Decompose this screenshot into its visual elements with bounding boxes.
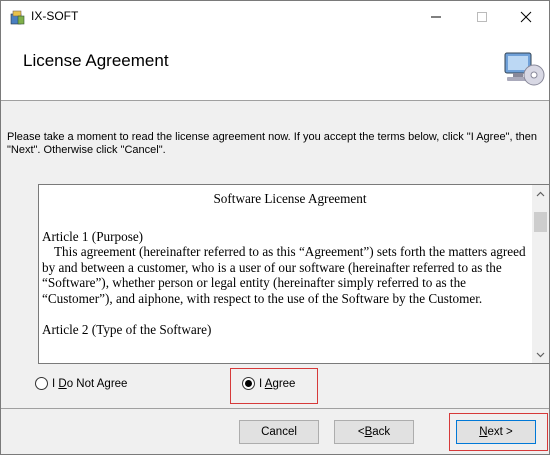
minimize-button[interactable] — [413, 1, 459, 33]
article-1-body: This agreement (hereinafter referred to … — [42, 244, 526, 306]
installer-window: IX-SOFT License Agreement Please take a … — [0, 0, 550, 455]
next-button[interactable]: Next > — [456, 420, 536, 444]
scroll-up-button[interactable] — [532, 185, 549, 202]
license-text-area[interactable]: Software License Agreement Article 1 (Pu… — [38, 184, 550, 364]
do-not-agree-radio[interactable] — [35, 377, 48, 390]
vertical-scrollbar[interactable] — [532, 185, 549, 363]
header-banner: License Agreement — [1, 33, 549, 101]
chevron-up-icon — [536, 191, 545, 196]
installer-icon — [9, 9, 25, 25]
computer-cd-icon — [501, 45, 545, 89]
maximize-button[interactable] — [459, 1, 505, 33]
cancel-button[interactable]: Cancel — [239, 420, 319, 444]
agree-radio-option[interactable]: I Agree — [242, 377, 295, 390]
article-2-heading: Article 2 (Type of the Software) — [42, 322, 212, 337]
page-title: License Agreement — [23, 51, 169, 70]
maximize-icon — [477, 12, 487, 22]
do-not-agree-radio-option[interactable]: I Do Not Agree — [35, 377, 127, 390]
license-content: Software License Agreement Article 1 (Pu… — [42, 191, 538, 338]
agree-radio[interactable] — [242, 377, 255, 390]
license-title: Software License Agreement — [213, 191, 367, 206]
article-1-heading: Article 1 (Purpose) — [42, 228, 144, 244]
agree-label: I Agree — [259, 377, 296, 390]
minimize-icon — [431, 16, 441, 18]
do-not-agree-label: I Do Not Agree — [52, 377, 128, 390]
footer-divider — [1, 408, 549, 409]
close-icon — [520, 11, 532, 23]
chevron-down-icon — [536, 352, 545, 357]
scroll-thumb[interactable] — [534, 212, 547, 232]
close-button[interactable] — [503, 1, 549, 33]
window-title: IX-SOFT — [31, 9, 79, 23]
scroll-down-button[interactable] — [532, 346, 549, 363]
back-button[interactable]: < Back — [334, 420, 414, 444]
title-bar[interactable]: IX-SOFT — [1, 1, 549, 33]
instructions-text: Please take a moment to read the license… — [7, 131, 537, 156]
